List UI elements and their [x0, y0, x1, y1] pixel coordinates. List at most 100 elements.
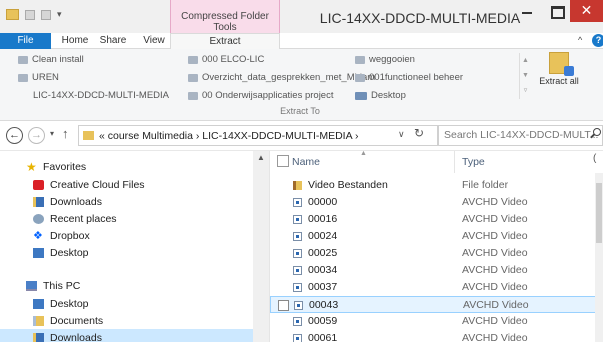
refresh-icon[interactable]: ↻ [414, 126, 424, 140]
scroll-up-icon[interactable]: ▲ [520, 53, 531, 68]
nav-item-label: Desktop [50, 246, 89, 259]
ribbon-tabs: File Home Share View Extract ^ ? [0, 33, 603, 49]
file-name: 00016 [308, 213, 338, 225]
extract-location[interactable]: LIC-14XX-DDCD-MULTI-MEDIA [33, 90, 169, 101]
minimize-button[interactable] [512, 0, 542, 22]
context-tab-group-header: Compressed Folder Tools [170, 0, 280, 33]
table-row[interactable]: 00000 AVCHD Video [270, 194, 603, 211]
breadcrumb[interactable]: « course Multimedia › LIC-14XX-DDCD-MULT… [99, 130, 358, 142]
scrollbar-thumb[interactable] [596, 183, 602, 243]
extract-all-button[interactable]: Extract all [537, 52, 581, 100]
locations-scrollbar[interactable]: ▲ ▼ ▿ [519, 53, 531, 99]
creative-cloud-icon [33, 179, 44, 190]
extract-location[interactable]: UREN [18, 72, 59, 83]
table-row[interactable]: 00016 AVCHD Video [270, 211, 603, 228]
table-row[interactable]: Video Bestanden File folder [270, 177, 603, 194]
extract-location-label: 001functioneel beheer [369, 72, 464, 83]
forward-button[interactable]: → [28, 127, 45, 144]
folder-icon[interactable] [6, 9, 19, 20]
nav-item-documents[interactable]: Documents [33, 312, 103, 329]
file-type: AVCHD Video [462, 281, 528, 293]
nav-item-pc-downloads[interactable]: Downloads [0, 329, 253, 342]
maximize-button[interactable] [542, 0, 570, 22]
chevron-up-icon[interactable]: ^ [578, 35, 582, 45]
extract-location[interactable]: 001functioneel beheer [355, 72, 463, 83]
nav-item-downloads[interactable]: Downloads [33, 193, 102, 210]
file-name: 00034 [308, 264, 338, 276]
address-dropdown-icon[interactable]: ∨ [398, 129, 405, 140]
extract-location[interactable]: Desktop [355, 90, 406, 101]
file-name: 00061 [308, 332, 338, 342]
downloads-folder-icon [33, 332, 44, 342]
extract-location[interactable]: 00 Onderwijsapplicaties project [188, 90, 333, 101]
row-checkbox[interactable] [278, 300, 289, 311]
computer-icon [26, 280, 37, 291]
tab-file[interactable]: File [0, 33, 51, 49]
column-header-type[interactable]: Type [462, 156, 485, 168]
scroll-down-icon[interactable]: ▼ [520, 68, 531, 83]
more-columns-icon[interactable]: ( [593, 153, 596, 164]
up-button[interactable]: ↑ [62, 126, 69, 141]
expand-gallery-icon[interactable]: ▿ [520, 83, 531, 98]
nav-item-pc-desktop[interactable]: Desktop [33, 295, 89, 312]
tab-home[interactable]: Home [60, 33, 90, 49]
nav-item-desktop[interactable]: Desktop [33, 244, 89, 261]
search-icon[interactable] [593, 128, 601, 136]
extract-location[interactable]: Overzicht_data_gesprekken_met_Mirjam [188, 72, 375, 83]
extract-location[interactable]: weggooien [355, 54, 415, 65]
file-type: AVCHD Video [462, 196, 528, 208]
file-list: Name ▲ Type ( Video Bestanden File folde… [270, 150, 603, 342]
file-name: 00025 [308, 247, 338, 259]
desktop-icon [355, 91, 367, 100]
column-divider[interactable] [454, 151, 455, 173]
table-row[interactable]: 00025 AVCHD Video [270, 245, 603, 262]
scroll-up-icon[interactable]: ▲ [257, 153, 265, 162]
nav-item-label: Downloads [50, 331, 102, 342]
column-header-name[interactable]: Name [292, 156, 320, 168]
tab-extract[interactable]: Extract [170, 33, 280, 49]
table-row[interactable]: 00024 AVCHD Video [270, 228, 603, 245]
sort-ascending-icon: ▲ [360, 150, 367, 157]
folder-icon [18, 55, 28, 64]
nav-item-creative-cloud[interactable]: Creative Cloud Files [33, 176, 145, 193]
table-row[interactable]: 00034 AVCHD Video [270, 262, 603, 279]
nav-item-recent-places[interactable]: Recent places [33, 210, 117, 227]
table-row[interactable]: 00037 AVCHD Video [270, 279, 603, 296]
chevron-down-icon[interactable]: ▾ [57, 9, 62, 20]
address-bar: ← → ▾ ↑ « course Multimedia › LIC-14XX-D… [0, 121, 603, 151]
new-folder-icon[interactable] [41, 9, 51, 20]
tab-share[interactable]: Share [96, 33, 130, 49]
nav-item-label: Recent places [50, 212, 117, 225]
search-input[interactable]: Search LIC-14XX-DDCD-MULT... [438, 125, 603, 146]
properties-icon[interactable] [25, 9, 35, 20]
table-row[interactable]: 00043 AVCHD Video [270, 296, 603, 313]
nav-item-favorites[interactable]: ★ Favorites [26, 158, 86, 175]
back-button[interactable]: ← [6, 127, 23, 144]
nav-scrollbar[interactable]: ▲ [253, 151, 269, 342]
window-title: LIC-14XX-DDCD-MULTI-MEDIA [319, 10, 521, 26]
extract-location[interactable]: 000 ELCO-LIC [188, 54, 264, 65]
file-type: File folder [462, 179, 509, 191]
help-icon[interactable]: ? [592, 34, 603, 47]
close-button[interactable]: ✕ [570, 0, 603, 22]
file-name: Video Bestanden [308, 179, 388, 191]
desktop-icon [33, 247, 44, 258]
video-file-icon [294, 301, 303, 310]
file-type: AVCHD Video [462, 315, 528, 327]
nav-item-label: Documents [50, 314, 104, 327]
select-all-checkbox[interactable] [277, 155, 289, 167]
file-type: AVCHD Video [462, 230, 528, 242]
address-input[interactable]: « course Multimedia › LIC-14XX-DDCD-MULT… [78, 125, 438, 146]
extract-location[interactable]: Clean install [18, 54, 84, 65]
table-row[interactable]: 00059 AVCHD Video [270, 313, 603, 330]
nav-item-dropbox[interactable]: ❖ Dropbox [33, 227, 90, 244]
recent-locations-icon[interactable]: ▾ [50, 129, 54, 138]
video-file-icon [293, 198, 302, 207]
table-row[interactable]: 00061 AVCHD Video [270, 330, 603, 342]
nav-item-this-pc[interactable]: This PC [26, 277, 80, 294]
tab-view[interactable]: View [140, 33, 168, 49]
star-icon: ★ [26, 159, 37, 174]
extract-location-label: Overzicht_data_gesprekken_met_Mirjam [202, 72, 376, 83]
nav-item-label: Favorites [43, 160, 87, 173]
file-list-scrollbar[interactable] [595, 173, 603, 342]
